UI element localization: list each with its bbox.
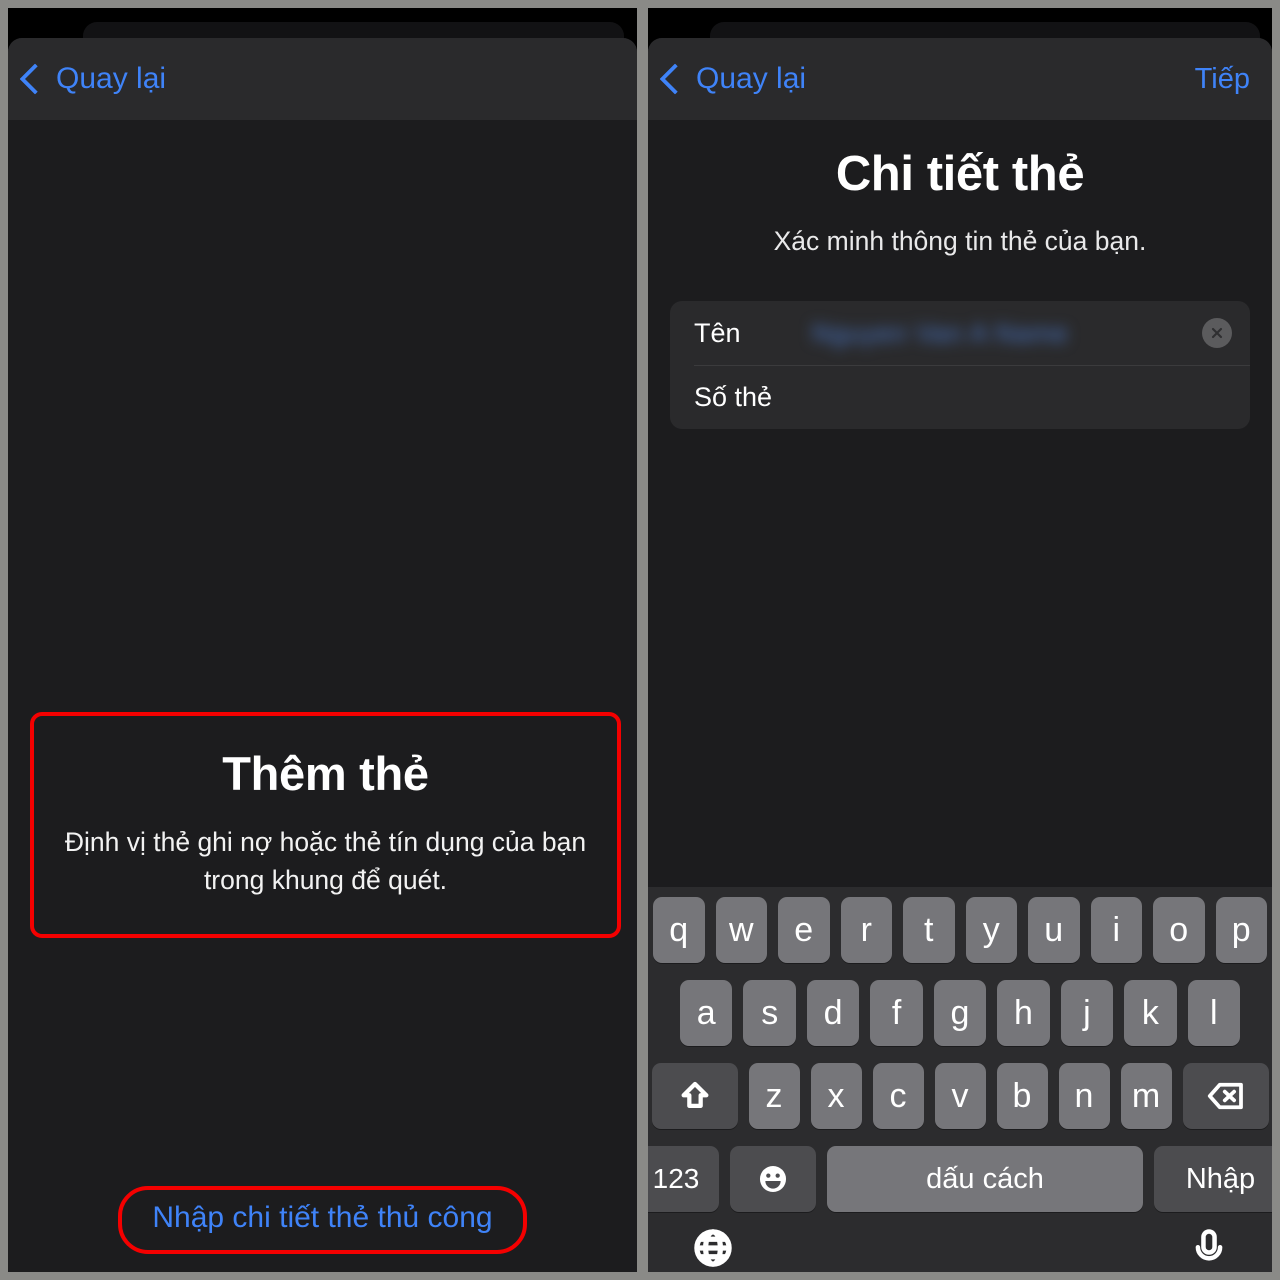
key-f[interactable]: f: [870, 980, 923, 1046]
globe-icon[interactable]: [692, 1227, 734, 1269]
key-l[interactable]: l: [1187, 980, 1240, 1046]
key-h[interactable]: h: [997, 980, 1050, 1046]
back-button-label: Quay lại: [696, 62, 807, 95]
enter-key[interactable]: Nhập: [1154, 1146, 1272, 1212]
page-title: Chi tiết thẻ: [835, 147, 1085, 201]
add-card-title: Thêm thẻ: [222, 747, 429, 800]
keyboard-bottom-bar: [648, 1222, 1272, 1272]
add-card-description: Định vị thẻ ghi nợ hoặc thẻ tín dụng của…: [64, 827, 587, 896]
form-row-name[interactable]: Tên Nguyen Van A Name: [670, 301, 1250, 365]
key-i[interactable]: i: [1090, 897, 1142, 963]
key-y[interactable]: y: [965, 897, 1017, 963]
right-navbar: Quay lại Tiếp: [648, 38, 1272, 120]
card-number-field-label: Số thẻ: [694, 381, 773, 412]
key-e[interactable]: e: [778, 897, 830, 963]
form-row-card-number[interactable]: Số thẻ: [670, 365, 1250, 429]
key-a[interactable]: a: [680, 980, 733, 1046]
clear-icon[interactable]: [1202, 318, 1232, 348]
name-field-label: Tên: [694, 317, 741, 348]
key-s[interactable]: s: [743, 980, 796, 1046]
key-t[interactable]: t: [903, 897, 955, 963]
left-screen: Quay lại Thêm thẻ Định vị thẻ ghi nợ hoặ…: [8, 8, 637, 1272]
right-sheet: Quay lại Tiếp Chi tiết thẻ Xác minh thôn…: [648, 38, 1272, 1272]
page-header: Chi tiết thẻ Xác minh thông tin thẻ của …: [648, 120, 1272, 257]
key-u[interactable]: u: [1028, 897, 1080, 963]
scanner-viewport: Thêm thẻ Định vị thẻ ghi nợ hoặc thẻ tín…: [8, 120, 637, 1272]
shift-icon[interactable]: [651, 1063, 738, 1129]
numbers-key[interactable]: 123: [648, 1146, 719, 1212]
key-v[interactable]: v: [934, 1063, 986, 1129]
key-p[interactable]: p: [1215, 897, 1267, 963]
name-field-value[interactable]: Nguyen Van A Name: [812, 318, 1202, 349]
card-details-form: Tên Nguyen Van A Name Số thẻ: [670, 301, 1250, 429]
backspace-icon[interactable]: [1182, 1063, 1269, 1129]
left-sheet: Quay lại Thêm thẻ Định vị thẻ ghi nợ hoặ…: [8, 38, 637, 1272]
manual-card-entry-button[interactable]: Nhập chi tiết thẻ thủ công: [118, 1186, 527, 1254]
key-c[interactable]: c: [872, 1063, 924, 1129]
key-j[interactable]: j: [1060, 980, 1114, 1046]
key-g[interactable]: g: [933, 980, 987, 1046]
add-card-callout: Thêm thẻ Định vị thẻ ghi nợ hoặc thẻ tín…: [30, 712, 621, 938]
key-n[interactable]: n: [1058, 1063, 1110, 1129]
screenshot-root: Quay lại Thêm thẻ Định vị thẻ ghi nợ hoặ…: [0, 0, 1280, 1280]
keyboard-row-2: a s d f g h j k l: [648, 980, 1272, 1046]
onscreen-keyboard: q w e r t y u i o p a s d f g h j k l z …: [648, 887, 1272, 1272]
card-details-body: Chi tiết thẻ Xác minh thông tin thẻ của …: [648, 120, 1272, 1272]
key-z[interactable]: z: [748, 1063, 800, 1129]
right-screen: Quay lại Tiếp Chi tiết thẻ Xác minh thôn…: [648, 8, 1272, 1272]
key-w[interactable]: w: [715, 897, 767, 963]
emoji-icon[interactable]: [730, 1146, 816, 1212]
key-b[interactable]: b: [996, 1063, 1048, 1129]
keyboard-row-3: z x c v b n m: [648, 1063, 1272, 1129]
key-x[interactable]: x: [810, 1063, 862, 1129]
back-button-label: Quay lại: [56, 62, 167, 95]
next-button[interactable]: Tiếp: [1195, 63, 1250, 96]
key-q[interactable]: q: [653, 897, 705, 963]
back-button[interactable]: Quay lại: [659, 62, 807, 96]
key-o[interactable]: o: [1153, 897, 1205, 963]
keyboard-row-4: 123 dấu cách Nhập: [648, 1146, 1272, 1212]
keyboard-row-1: q w e r t y u i o p: [648, 897, 1272, 963]
key-r[interactable]: r: [840, 897, 892, 963]
microphone-icon[interactable]: [1190, 1227, 1228, 1269]
manual-entry-container: Nhập chi tiết thẻ thủ công: [8, 1186, 637, 1254]
page-subtitle: Xác minh thông tin thẻ của bạn.: [773, 226, 1147, 256]
space-key[interactable]: dấu cách: [827, 1146, 1143, 1212]
back-button[interactable]: Quay lại: [19, 62, 167, 96]
key-d[interactable]: d: [806, 980, 860, 1046]
left-navbar: Quay lại: [8, 38, 637, 120]
chevron-left-icon: [659, 63, 691, 95]
key-m[interactable]: m: [1120, 1063, 1172, 1129]
key-k[interactable]: k: [1124, 980, 1177, 1046]
chevron-left-icon: [19, 63, 51, 95]
